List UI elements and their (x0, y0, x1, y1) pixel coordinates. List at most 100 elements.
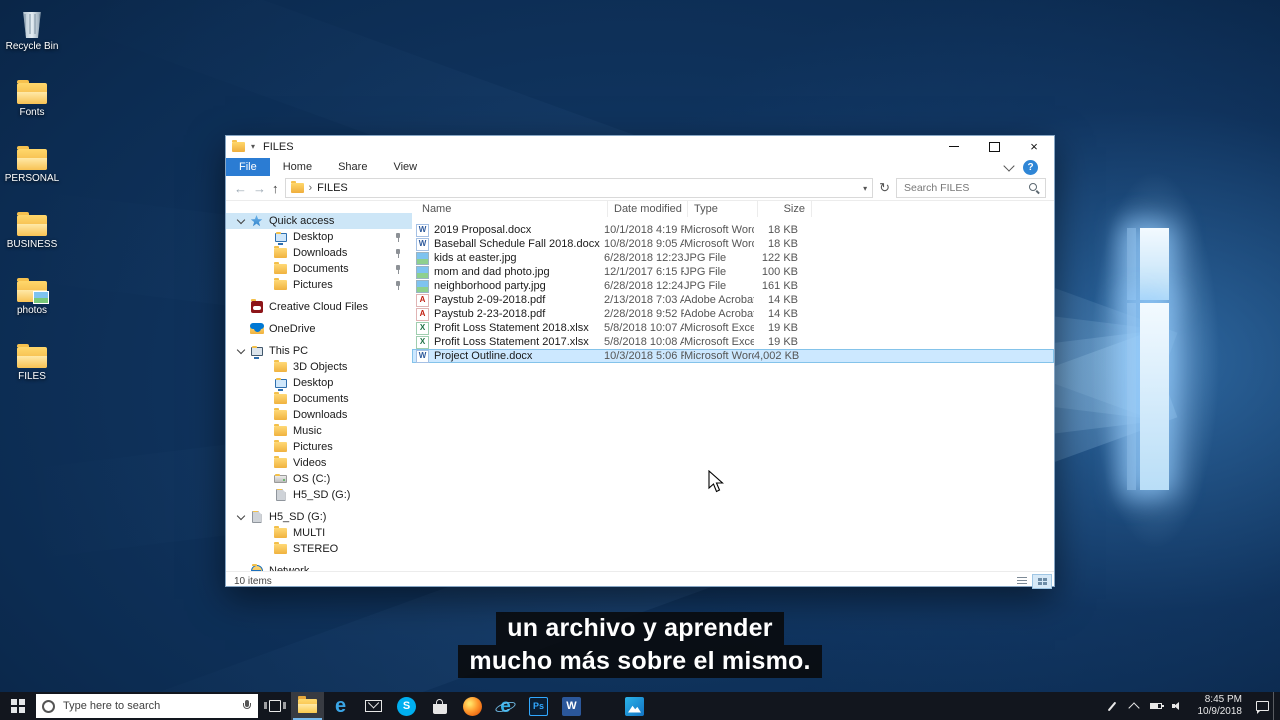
taskbar-app[interactable]: W (555, 692, 588, 720)
column-header[interactable]: Type (688, 201, 758, 217)
taskbar-app[interactable] (423, 692, 456, 720)
battery-tray-button[interactable] (1145, 692, 1167, 720)
desktop-icon-image (17, 278, 49, 304)
sidebar-item[interactable]: STEREO (226, 541, 412, 557)
column-header[interactable]: Name (416, 201, 608, 217)
expand-ribbon-icon[interactable] (1003, 159, 1015, 172)
address-dropdown-icon[interactable]: ▾ (863, 184, 867, 193)
ribbon-tab[interactable]: Home (270, 158, 325, 176)
address-field[interactable]: › FILES ▾ (284, 178, 874, 198)
file-row[interactable]: W Baseball Schedule Fall 2018.docx 10/8/… (412, 237, 1054, 251)
microphone-icon[interactable] (242, 700, 252, 712)
file-size: 18 KB (768, 238, 798, 250)
quick-access-toolbar-caret-icon[interactable]: ▾ (251, 142, 255, 151)
sidebar-item[interactable]: MULTI (226, 525, 412, 541)
file-row[interactable]: mom and dad photo.jpg 12/1/2017 6:15 PM … (412, 265, 1054, 279)
pen-icon (1107, 701, 1116, 711)
sidebar-item[interactable]: Documents (226, 261, 412, 277)
sidebar-item[interactable]: Documents (226, 391, 412, 407)
taskbar-app[interactable] (291, 692, 324, 720)
explorer-app-icon (232, 139, 245, 152)
desktop-icon[interactable]: Recycle Bin (0, 8, 64, 53)
close-button[interactable]: × (1014, 136, 1054, 157)
sidebar-item[interactable]: H5_SD (G:) (226, 509, 412, 525)
file-row[interactable]: A Paystub 2-09-2018.pdf 2/13/2018 7:03 A… (412, 293, 1054, 307)
app-icon (432, 698, 447, 714)
sidebar-item[interactable]: Pictures (226, 439, 412, 455)
sidebar-item[interactable]: Creative Cloud Files (226, 299, 412, 315)
file-row[interactable]: X Profit Loss Statement 2018.xlsx 5/8/20… (412, 321, 1054, 335)
sidebar-item[interactable]: 3D Objects (226, 359, 412, 375)
sidebar-item[interactable]: This PC (226, 343, 412, 359)
ribbon-tab[interactable]: View (380, 158, 430, 176)
sidebar-item[interactable]: H5_SD (G:) (226, 487, 412, 503)
file-row[interactable]: neighborhood party.jpg 6/28/2018 12:24 P… (412, 279, 1054, 293)
taskbar-clock[interactable]: 8:45 PM 10/9/2018 (1189, 692, 1252, 720)
show-desktop-button[interactable] (1273, 692, 1280, 720)
expander-icon[interactable] (236, 216, 246, 226)
file-size: 19 KB (768, 322, 798, 334)
refresh-button[interactable]: ↻ (879, 180, 890, 196)
minimize-button[interactable] (934, 136, 974, 157)
search-input[interactable] (902, 181, 1029, 195)
sidebar-item[interactable]: Desktop (226, 375, 412, 391)
show-hidden-icons-button[interactable] (1123, 692, 1145, 720)
subtitle-line: mucho más sobre el mismo. (458, 645, 822, 678)
action-center-button[interactable] (1251, 692, 1273, 720)
maximize-button[interactable] (974, 136, 1014, 157)
large-icons-view-button[interactable] (1032, 573, 1052, 589)
forward-button[interactable]: → (253, 182, 266, 195)
sidebar-item[interactable]: Network (226, 563, 412, 571)
taskbar-search-input[interactable] (61, 699, 236, 713)
taskbar-app[interactable]: e (489, 692, 522, 720)
sidebar-item[interactable]: Quick access (226, 213, 412, 229)
column-header[interactable]: Date modified (608, 201, 688, 217)
file-name: Paystub 2-23-2018.pdf (434, 308, 546, 320)
ribbon-tab[interactable]: File (226, 158, 270, 176)
taskbar-app[interactable]: e (324, 692, 357, 720)
desktop-icon[interactable]: PERSONAL (0, 140, 64, 185)
task-view-button[interactable] (258, 692, 291, 720)
sidebar-item[interactable]: OneDrive (226, 321, 412, 337)
expander-icon[interactable] (236, 512, 246, 522)
file-row[interactable]: W Project Outline.docx 10/3/2018 5:06 PM… (412, 349, 1054, 363)
sidebar-item[interactable]: Downloads (226, 245, 412, 261)
desktop-icon[interactable]: BUSINESS (0, 206, 64, 251)
up-button[interactable]: ↑ (272, 182, 279, 195)
help-icon[interactable]: ? (1023, 160, 1038, 175)
file-row[interactable]: A Paystub 2-23-2018.pdf 2/28/2018 9:52 P… (412, 307, 1054, 321)
file-list: W 2019 Proposal.docx 10/1/2018 4:19 PM M… (412, 217, 1054, 363)
taskbar-search-box[interactable] (36, 694, 258, 718)
back-button[interactable]: ← (234, 182, 247, 195)
desktop-icon[interactable]: photos (0, 272, 64, 317)
sidebar-item[interactable]: Music (226, 423, 412, 439)
start-button[interactable] (0, 692, 36, 720)
file-date-modified: 12/1/2017 6:15 PM (604, 266, 684, 278)
file-size: 19 KB (768, 336, 798, 348)
file-row[interactable]: W 2019 Proposal.docx 10/1/2018 4:19 PM M… (412, 223, 1054, 237)
sidebar-item[interactable]: Videos (226, 455, 412, 471)
file-row[interactable]: kids at easter.jpg 6/28/2018 12:23 PM JP… (412, 251, 1054, 265)
breadcrumb-location[interactable]: FILES (317, 182, 348, 194)
sidebar-item[interactable]: Pictures (226, 277, 412, 293)
ribbon-tab[interactable]: Share (325, 158, 380, 176)
column-header[interactable]: Size (758, 201, 812, 217)
expander-icon[interactable] (236, 346, 246, 356)
file-type-icon: W (416, 349, 429, 363)
taskbar-app[interactable]: S (390, 692, 423, 720)
taskbar-app[interactable] (357, 692, 390, 720)
sidebar-item[interactable]: Downloads (226, 407, 412, 423)
taskbar-app[interactable]: Ps (522, 692, 555, 720)
taskbar-app[interactable] (456, 692, 489, 720)
sidebar-item[interactable]: OS (C:) (226, 471, 412, 487)
sidebar-item[interactable]: Desktop (226, 229, 412, 245)
taskbar-app[interactable] (618, 692, 651, 720)
volume-tray-button[interactable] (1167, 692, 1189, 720)
search-box[interactable] (896, 178, 1046, 198)
desktop-icon[interactable]: Fonts (0, 74, 64, 119)
desktop-icon[interactable]: FILES (0, 338, 64, 383)
file-row[interactable]: X Profit Loss Statement 2017.xlsx 5/8/20… (412, 335, 1054, 349)
details-view-button[interactable] (1012, 574, 1032, 589)
sidebar-item-icon (273, 408, 288, 422)
pen-tray-button[interactable] (1101, 692, 1123, 720)
